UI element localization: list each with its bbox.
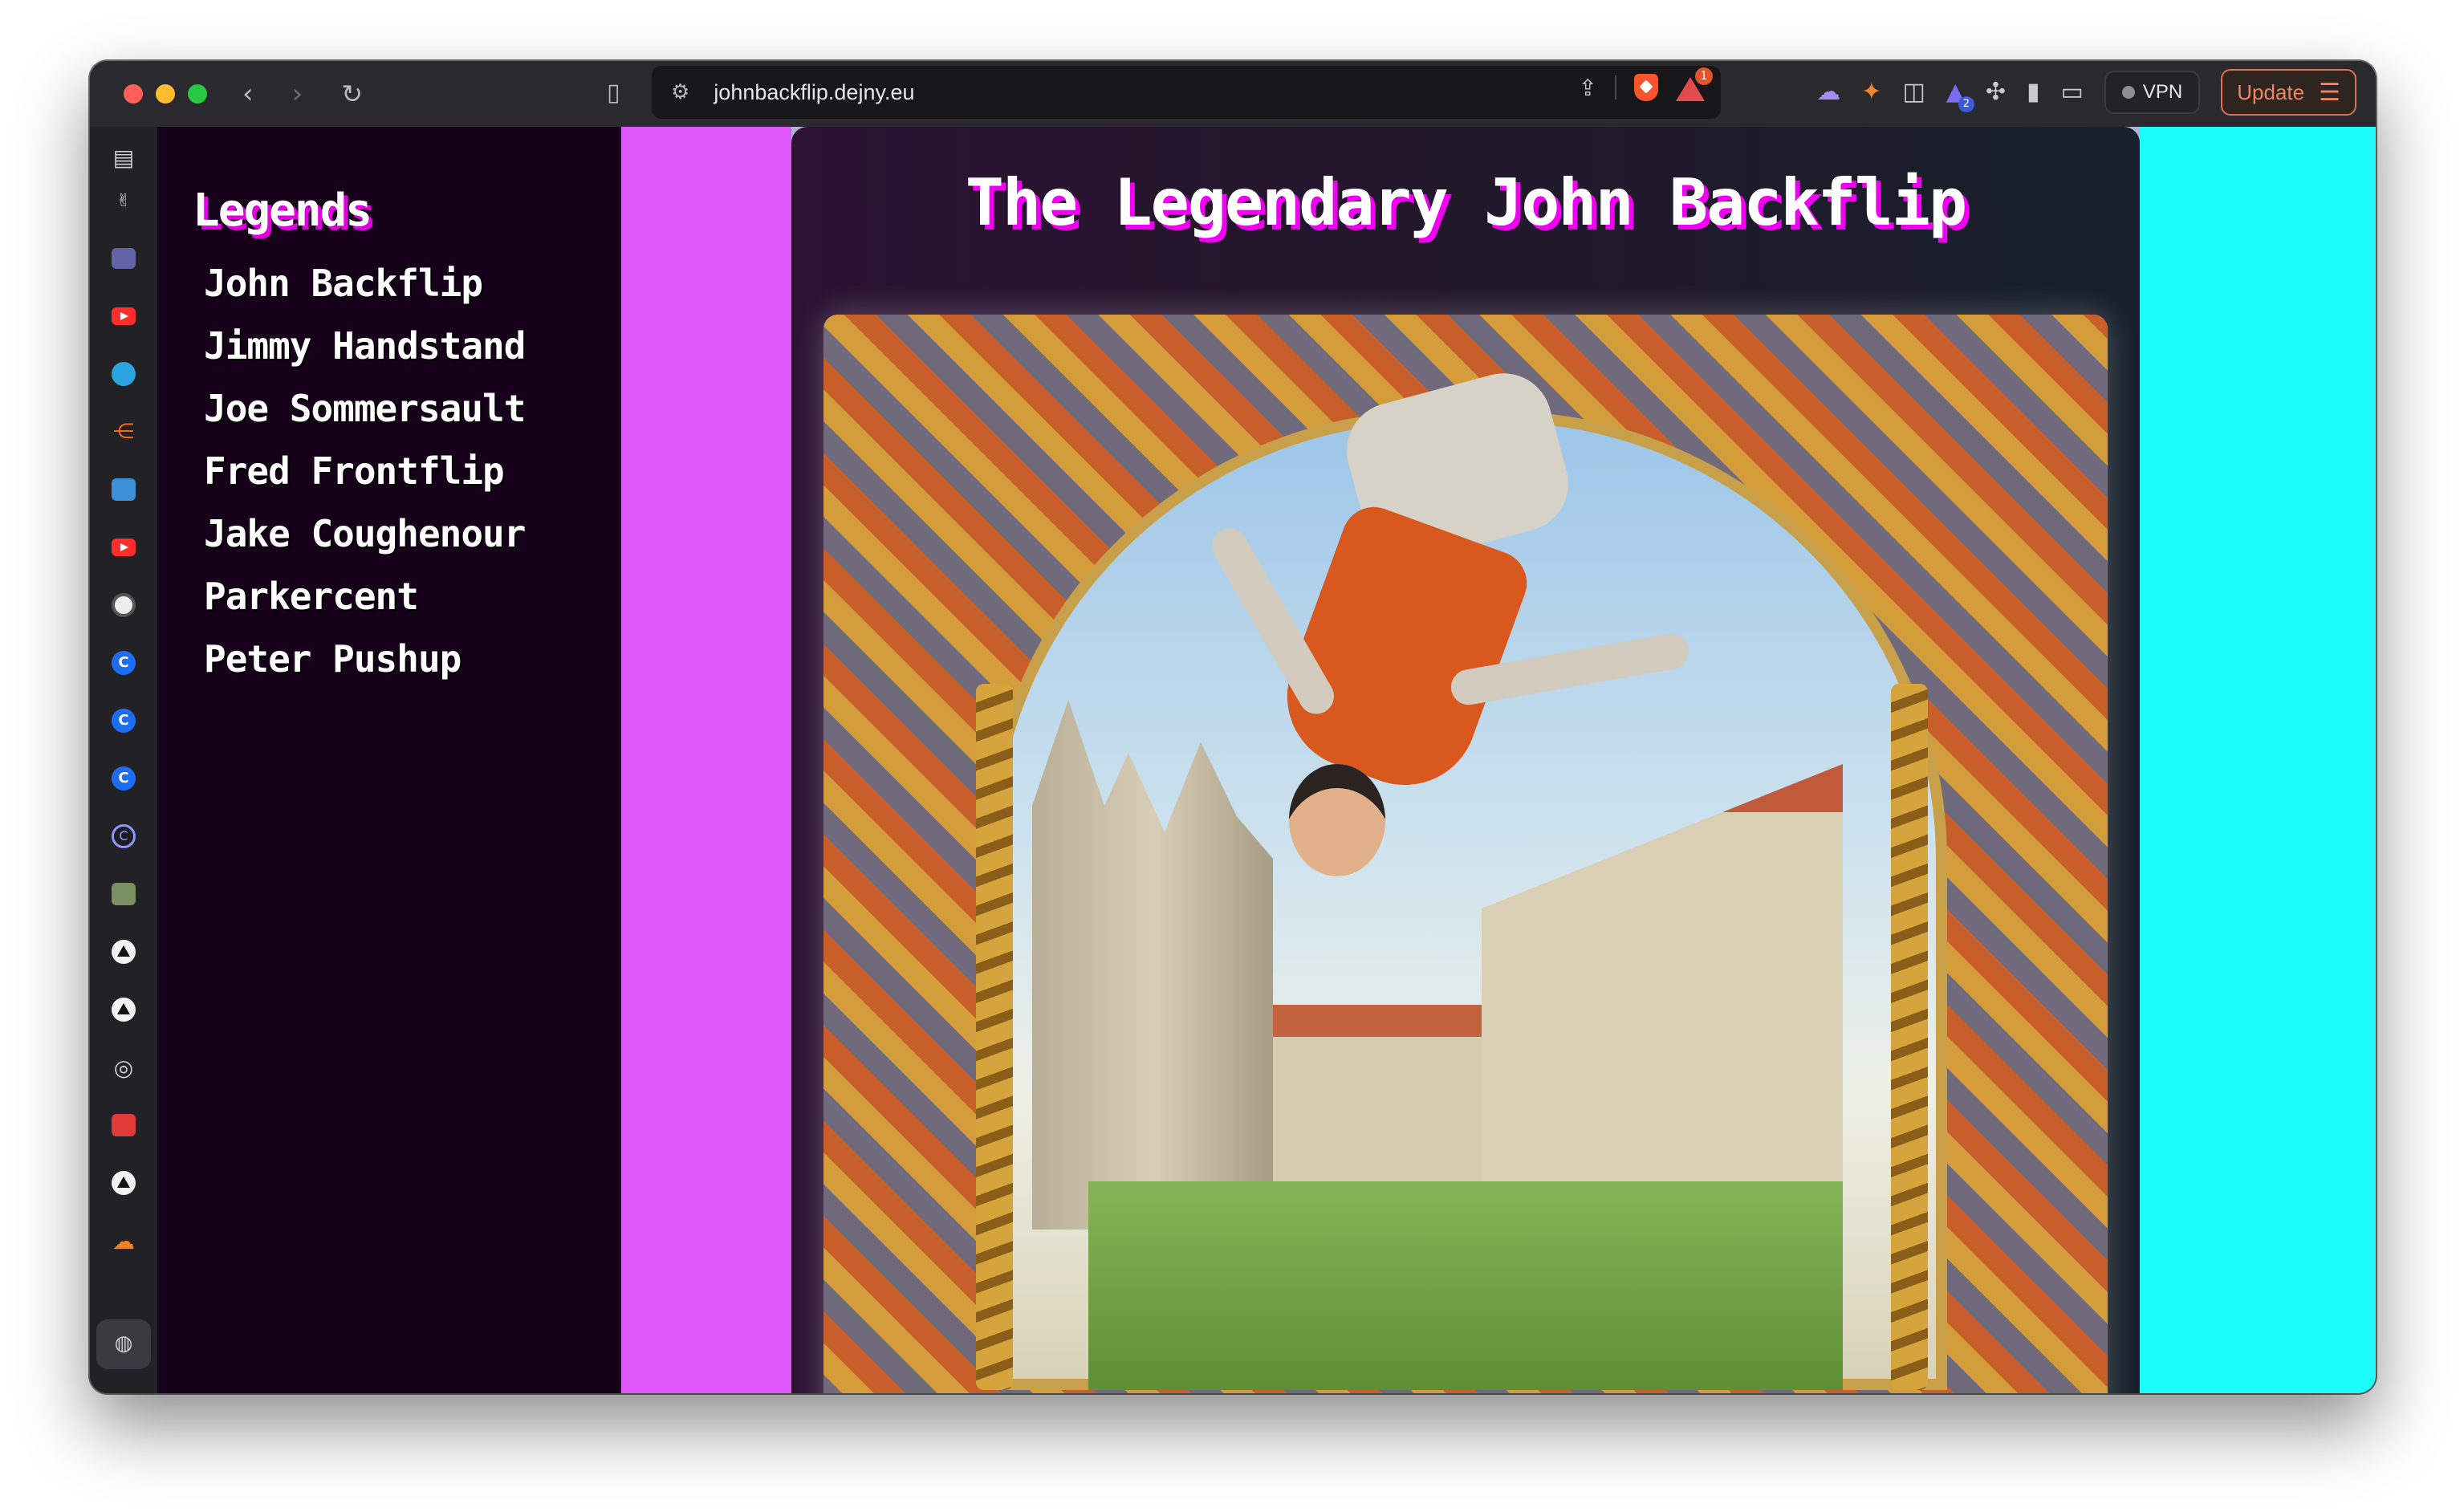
- puzzle-extensions-icon[interactable]: ✣: [1986, 80, 2006, 104]
- glasses-extension-icon[interactable]: ◫: [1902, 80, 1925, 104]
- legend-link-john-backflip[interactable]: John Backflip: [204, 265, 573, 302]
- vercel-icon[interactable]: [111, 1170, 136, 1196]
- vercel-icon[interactable]: [111, 939, 136, 965]
- wallet-icon[interactable]: ▭: [2061, 80, 2084, 104]
- web-page: Legends John Backflip Jimmy Handstand Jo…: [157, 127, 2376, 1393]
- bookmark-icon[interactable]: ▯: [607, 79, 620, 107]
- browser-sidebar: ▤ ✌ ⋲ C C C C ◎ ☁ ◍ +: [90, 127, 157, 1393]
- vercel-icon[interactable]: [111, 997, 136, 1022]
- c-app-icon[interactable]: C: [111, 650, 136, 676]
- vpn-button[interactable]: VPN: [2104, 71, 2201, 114]
- share-icon[interactable]: ⇪: [1579, 75, 1597, 101]
- metamask-extension-icon[interactable]: ✦: [1861, 80, 1881, 104]
- left-pillar: [976, 684, 1013, 1390]
- legend-link-parkercent[interactable]: Parkercent: [204, 578, 573, 615]
- acrobat-head: [1289, 764, 1385, 876]
- globe-icon[interactable]: ◍: [111, 1331, 136, 1356]
- vpn-label: VPN: [2142, 81, 2183, 103]
- minimize-window-button[interactable]: [156, 84, 175, 104]
- c-app-icon[interactable]: C: [111, 708, 136, 734]
- page-title: The Legendary John Backflip: [965, 165, 1967, 240]
- cloud-icon[interactable]: ☁: [111, 1228, 136, 1254]
- photo-icon[interactable]: [111, 881, 136, 907]
- legend-link-jimmy-handstand[interactable]: Jimmy Handstand: [204, 327, 573, 364]
- back-icon[interactable]: ‹: [242, 80, 254, 108]
- contacts-icon[interactable]: [111, 477, 136, 502]
- separator: [1615, 75, 1616, 100]
- legend-link-fred-frontflip[interactable]: Fred Frontflip: [204, 453, 573, 490]
- streaming-icon[interactable]: ⋲: [111, 419, 136, 445]
- url-text[interactable]: johnbackflip.dejny.eu: [714, 80, 914, 105]
- warning-app-icon[interactable]: [111, 1112, 136, 1138]
- legends-list: John Backflip Jimmy Handstand Joe Sommer…: [204, 265, 573, 706]
- vpn-status-icon: [2121, 86, 2135, 99]
- rewards-badge: 1: [1695, 67, 1713, 85]
- teams-icon[interactable]: [111, 246, 136, 271]
- update-button[interactable]: Update ☰: [2221, 69, 2356, 116]
- browser-window: ‹ › ↻ ▯ ⚙ johnbackflip.dejny.eu ⇪ 1 ☁ ✦ …: [90, 61, 2376, 1393]
- openai-icon[interactable]: [111, 592, 136, 618]
- close-window-button[interactable]: [124, 84, 143, 104]
- maximize-window-button[interactable]: [188, 84, 207, 104]
- legend-link-peter-pushup[interactable]: Peter Pushup: [204, 640, 573, 677]
- brave-rewards-icon[interactable]: 1: [1676, 67, 1713, 101]
- youtube-icon[interactable]: [111, 534, 136, 560]
- telegram-icon[interactable]: [111, 361, 136, 387]
- extensions-bar: ☁ ✦ ◫ ▲ 2 ✣ ▮ ▭ VPN Update ☰: [1816, 69, 2356, 116]
- cloister: [1273, 1005, 1514, 1189]
- menu-icon[interactable]: ☰: [2319, 79, 2340, 107]
- legends-heading: Legends: [193, 185, 372, 237]
- browser-toolbar: ‹ › ↻ ▯ ⚙ johnbackflip.dejny.eu ⇪ 1 ☁ ✦ …: [90, 61, 2376, 127]
- forward-icon[interactable]: ›: [292, 80, 303, 108]
- reload-icon[interactable]: ↻: [341, 81, 363, 107]
- ghost-extension-icon[interactable]: ☁: [1816, 80, 1840, 104]
- legends-sidebar: Legends John Backflip Jimmy Handstand Jo…: [157, 127, 621, 1393]
- github-icon[interactable]: ◎: [111, 1055, 136, 1081]
- right-pillar: [1891, 684, 1928, 1390]
- window-controls: [124, 84, 207, 104]
- site-settings-icon[interactable]: ⚙: [671, 80, 689, 104]
- medieval-backflip-illustration: [823, 315, 2108, 1393]
- copilot-icon[interactable]: C: [111, 823, 136, 849]
- brave-shields-icon[interactable]: [1634, 74, 1658, 101]
- address-bar-actions: ⇪ 1: [1579, 67, 1713, 101]
- legend-link-joe-sommersault[interactable]: Joe Sommersault: [204, 390, 573, 427]
- sidebar-panel-icon[interactable]: ▮: [2027, 80, 2040, 104]
- address-bar[interactable]: ⚙ johnbackflip.dejny.eu ⇪ 1: [652, 66, 1721, 119]
- graduation-cap-extension-icon[interactable]: ▲ 2: [1946, 80, 1974, 112]
- update-label: Update: [2237, 79, 2305, 104]
- legend-link-jake-coughenour[interactable]: Jake Coughenour: [204, 515, 573, 552]
- youtube-icon[interactable]: [111, 303, 136, 329]
- sidebar-toggle-icon[interactable]: ▤: [111, 144, 136, 171]
- magenta-band: [621, 127, 791, 1393]
- courtyard-grass: [1088, 1181, 1843, 1390]
- main-content-panel: The Legendary John Backflip: [791, 127, 2140, 1393]
- c-app-icon[interactable]: C: [111, 766, 136, 791]
- bird-app-icon[interactable]: ✌: [111, 188, 136, 213]
- extension-badge: 2: [1958, 96, 1974, 112]
- cyan-band: [2140, 127, 2376, 1393]
